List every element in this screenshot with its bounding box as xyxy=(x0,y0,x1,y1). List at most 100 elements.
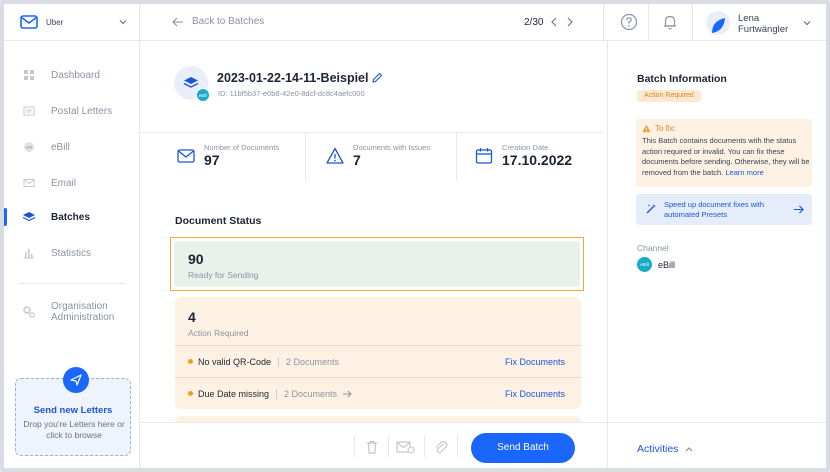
sidebar-item-statistics[interactable]: Statistics xyxy=(4,242,140,264)
app-window: Uber Dashboard Postal Letters eBill eBil… xyxy=(0,0,830,472)
arrow-left-icon xyxy=(172,17,183,26)
issue-name: No valid QR-Code xyxy=(198,356,272,367)
activities-toggle[interactable]: Activities xyxy=(637,443,694,455)
action-bar: Send Batch xyxy=(140,422,607,468)
stat-label: Number of Documents xyxy=(204,143,280,152)
issue-row: No valid QR-Code 2 Documents Fix Documen… xyxy=(175,345,581,377)
fix-documents-link[interactable]: Fix Documents xyxy=(505,357,565,367)
user-name[interactable]: Lena Furtwängler xyxy=(738,13,788,35)
org-logo-icon xyxy=(20,15,38,29)
dashboard-icon xyxy=(22,68,36,82)
send-batch-button[interactable]: Send Batch xyxy=(471,433,575,463)
ebill-badge: eBill xyxy=(196,88,210,102)
status-card-action-required: 4 Action Required No valid QR-Code 2 Doc… xyxy=(175,297,581,409)
avatar[interactable] xyxy=(706,11,730,35)
stat-value: 97 xyxy=(204,152,220,168)
pager: 2/30 xyxy=(524,16,575,28)
send-letters-dropzone[interactable]: Send new Letters Drop you're Letters her… xyxy=(15,367,131,456)
chevron-down-icon[interactable] xyxy=(802,18,812,28)
separator xyxy=(278,356,280,367)
batch-id: ID: 11bf5b37-e0b8-42e0-8dcf-dc8c4aefc000 xyxy=(218,89,365,98)
to-fix-heading: To fix: xyxy=(642,124,676,133)
to-fix-text: This Batch contains documents with the s… xyxy=(642,136,810,178)
action-bar-divider xyxy=(388,435,389,457)
batch-detail: eBill 2023-01-22-14-11-Beispiel ID: 11bf… xyxy=(140,41,603,422)
sidebar-item-dashboard[interactable]: Dashboard xyxy=(4,64,140,86)
trash-icon[interactable] xyxy=(364,439,380,455)
sidebar-item-ebill[interactable]: eBill eBill xyxy=(4,136,140,158)
status-count: 4 xyxy=(188,309,196,325)
warning-dot xyxy=(188,359,193,364)
sidebar: Uber Dashboard Postal Letters eBill eBil… xyxy=(4,4,140,468)
envelope-icon xyxy=(177,149,195,163)
magic-wand-icon xyxy=(646,204,656,214)
batch-info-panel: Batch Information Action Required To fix… xyxy=(607,41,826,468)
presets-line-1: Speed up document fixes with xyxy=(664,200,765,209)
stat-divider xyxy=(305,133,306,181)
letter-icon xyxy=(22,104,36,118)
back-to-batches-link[interactable]: Back to Batches xyxy=(172,16,264,27)
paperclip-icon[interactable] xyxy=(433,439,449,455)
status-badge: Action Required xyxy=(637,90,701,102)
ebill-icon: eBill xyxy=(637,257,652,272)
user-last-name: Furtwängler xyxy=(738,24,789,35)
warning-dot xyxy=(188,391,193,396)
to-fix-title: To fix: xyxy=(655,124,676,133)
svg-text:eBill: eBill xyxy=(26,146,33,150)
sidebar-item-label: Batches xyxy=(51,211,90,223)
panel-title: Batch Information xyxy=(637,73,727,85)
issue-row: Due Date missing 2 Documents Fix Documen… xyxy=(175,377,581,409)
back-label: Back to Batches xyxy=(192,16,265,27)
next-arrow-icon[interactable] xyxy=(565,16,575,28)
mail-preview-icon[interactable] xyxy=(396,439,416,455)
status-label: Ready for Sending xyxy=(188,270,259,280)
sidebar-item-org-admin[interactable]: Organisation Administration xyxy=(4,298,140,326)
org-switcher[interactable]: Uber xyxy=(4,4,140,41)
presets-text: Speed up document fixes with automated Pr… xyxy=(664,200,764,219)
activities-label: Activities xyxy=(637,443,679,455)
activities-bar: Activities xyxy=(608,422,826,468)
issue-count: 2 Documents xyxy=(284,388,338,399)
help-icon[interactable] xyxy=(620,13,638,31)
sidebar-item-label: Email xyxy=(51,177,77,189)
warning-icon xyxy=(326,147,344,164)
issue-count: 2 Documents xyxy=(286,356,340,367)
bar-chart-icon xyxy=(22,246,36,260)
sidebar-item-label: Postal Letters xyxy=(51,105,113,117)
arrow-right-icon[interactable] xyxy=(342,390,352,398)
sidebar-item-email[interactable]: Email xyxy=(4,172,140,194)
pencil-icon[interactable] xyxy=(371,72,383,84)
layers-icon xyxy=(22,210,36,224)
stat-label: Documents with Issues xyxy=(353,143,431,152)
mail-icon xyxy=(22,176,36,190)
user-first-name: Lena xyxy=(738,13,760,24)
status-card-ready[interactable]: 90 Ready for Sending xyxy=(170,237,584,291)
sidebar-item-label: eBill xyxy=(51,141,70,153)
sidebar-item-batches[interactable]: Batches xyxy=(4,206,140,228)
sidebar-item-postal-letters[interactable]: Postal Letters xyxy=(4,100,140,122)
page-title: 2023-01-22-14-11-Beispiel xyxy=(217,71,369,85)
stat-value: 7 xyxy=(353,152,361,168)
ebill-icon: eBill xyxy=(22,140,36,154)
status-count: 90 xyxy=(188,251,204,267)
status-card-inner: 90 Ready for Sending xyxy=(174,241,580,287)
learn-more-link[interactable]: Learn more xyxy=(725,168,763,177)
channel-value: eBill xyxy=(658,260,676,270)
action-bar-divider xyxy=(424,435,425,457)
to-fix-notice: To fix: This Batch contains documents wi… xyxy=(636,119,812,187)
warning-icon xyxy=(642,124,651,133)
bell-icon[interactable] xyxy=(661,13,679,31)
prev-arrow-icon[interactable] xyxy=(549,16,559,28)
stat-divider xyxy=(456,133,457,181)
status-label: Action Required xyxy=(188,328,249,338)
presets-banner[interactable]: Speed up document fixes with automated Pr… xyxy=(636,194,812,225)
fix-documents-link[interactable]: Fix Documents xyxy=(505,389,565,399)
topbar-divider xyxy=(692,4,693,41)
org-name: Uber xyxy=(46,17,64,27)
gear-icon xyxy=(22,305,36,319)
send-subtitle: Drop you're Letters here or click to bro… xyxy=(23,419,125,440)
topbar-divider xyxy=(603,4,604,41)
nav-divider xyxy=(18,283,126,284)
issue-name: Due Date missing xyxy=(198,388,270,399)
chevron-down-icon[interactable] xyxy=(118,17,128,27)
